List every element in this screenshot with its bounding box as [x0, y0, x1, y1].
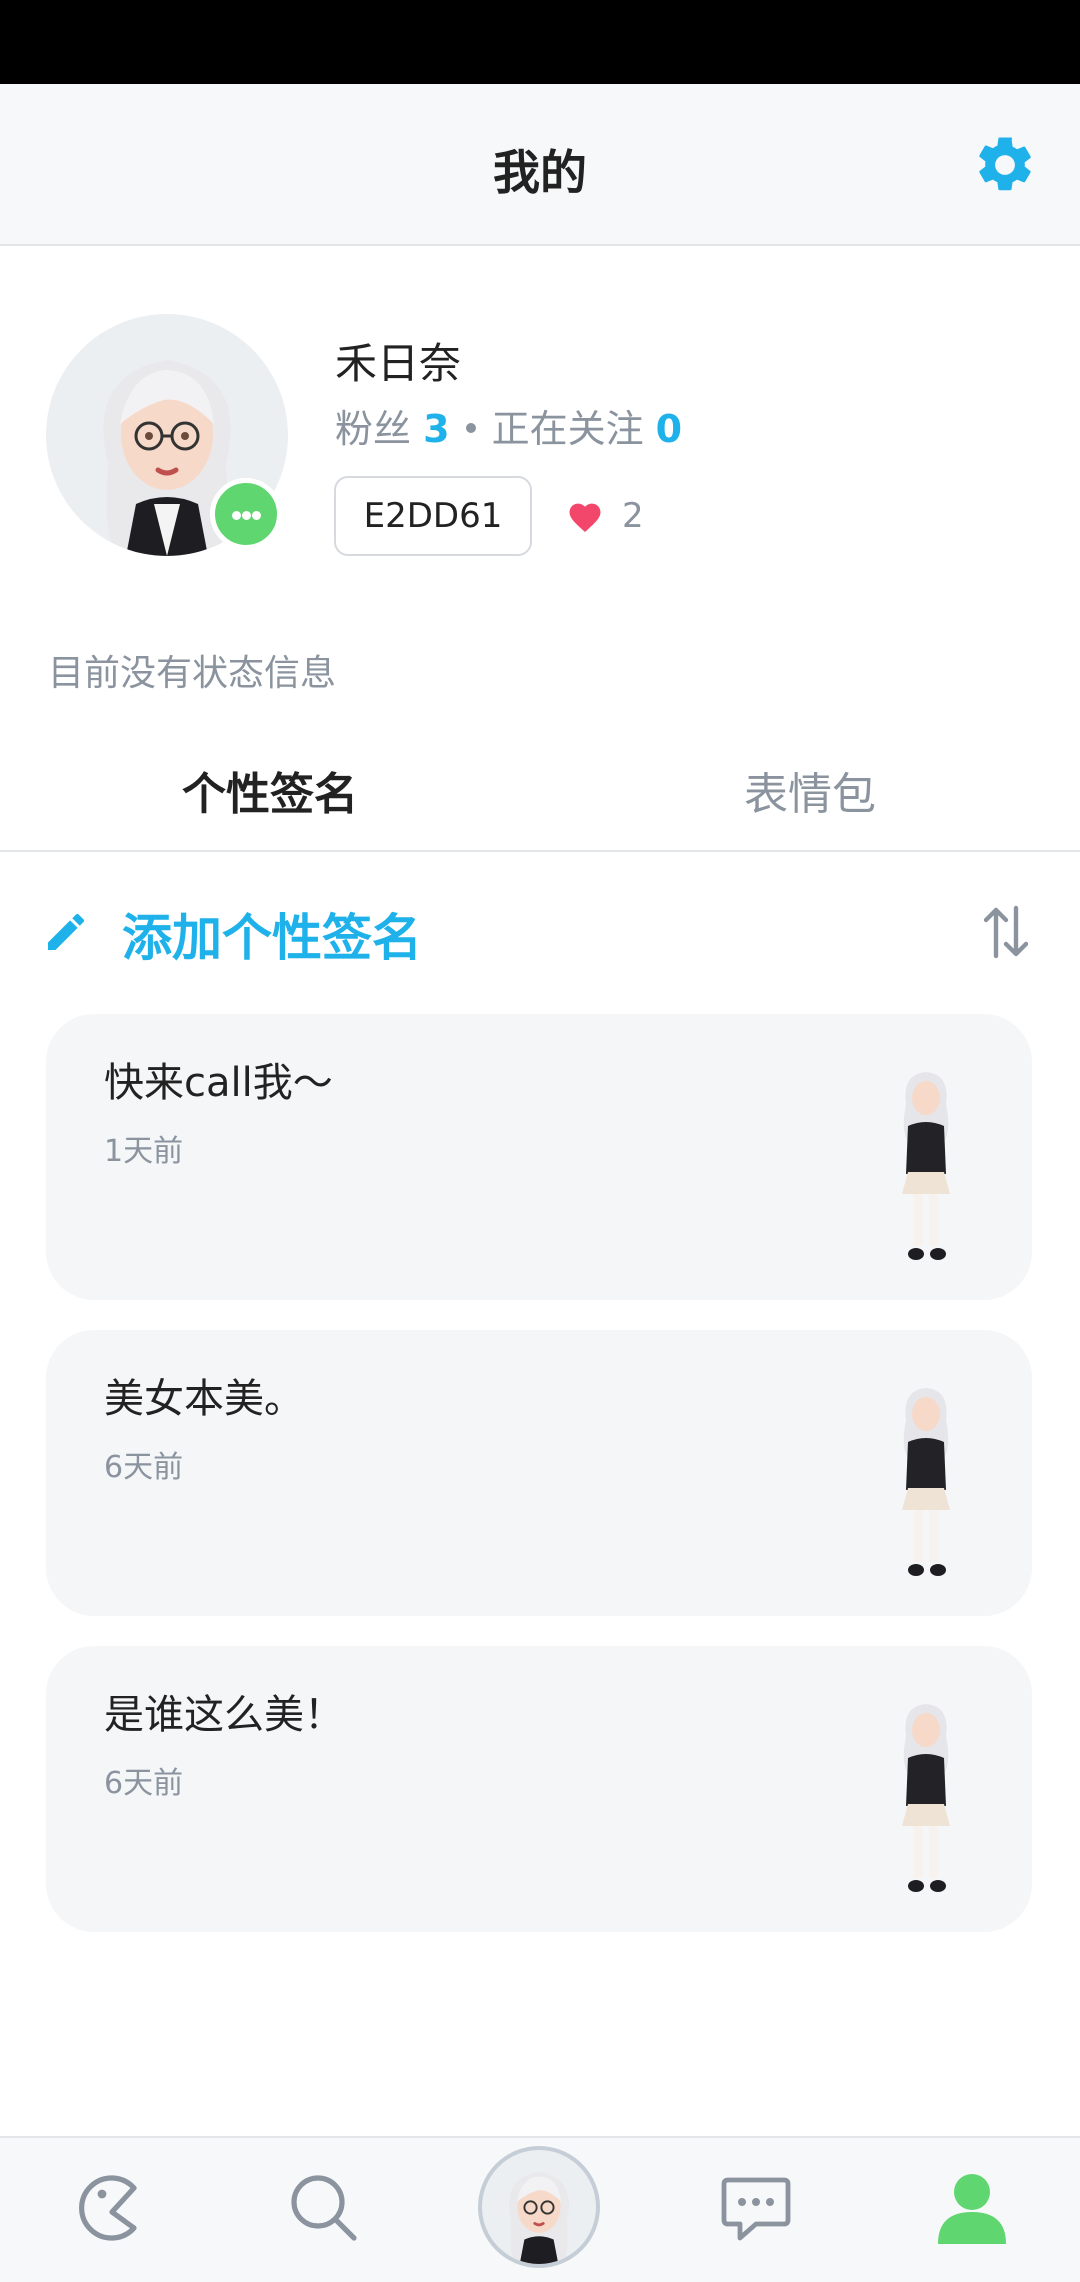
signature-card[interactable]: 是谁这么美！ 6天前: [46, 1646, 1032, 1932]
username: 禾日奈: [335, 339, 462, 388]
tabs: 个性签名 表情包: [0, 740, 1080, 852]
likes: 2: [566, 494, 644, 538]
followers-count[interactable]: 3: [423, 407, 449, 451]
tab-signature[interactable]: 个性签名: [0, 758, 540, 822]
gear-icon[interactable]: [972, 132, 1038, 198]
following-label[interactable]: 正在关注: [492, 407, 644, 451]
chat-icon[interactable]: [716, 2168, 796, 2248]
signature-text: 美女本美。: [104, 1376, 304, 1422]
signature-card[interactable]: 快来call我～ 1天前: [46, 1014, 1032, 1300]
add-signature-row[interactable]: 添加个性签名: [0, 890, 1080, 978]
signature-time: 6天前: [104, 1766, 184, 1801]
signature-time: 1天前: [104, 1134, 184, 1169]
likes-count: 2: [622, 496, 644, 536]
pencil-icon: [48, 913, 85, 950]
user-code-button[interactable]: E2DD61: [334, 476, 532, 556]
signature-text: 快来call我～: [104, 1060, 333, 1106]
avatar-figure: [902, 1704, 950, 1892]
signature-text: 是谁这么美！: [104, 1692, 344, 1738]
heart-icon: [569, 503, 601, 532]
separator-dot: [465, 422, 476, 433]
tab-stickers[interactable]: 表情包: [540, 758, 1080, 822]
signature-time: 6天前: [104, 1450, 184, 1485]
avatar-figure: [902, 1072, 950, 1260]
signature-card[interactable]: 美女本美。 6天前: [46, 1330, 1032, 1616]
followers-label[interactable]: 粉丝: [335, 407, 411, 451]
follow-stats: 粉丝 3 正在关注 0: [335, 398, 682, 453]
search-icon[interactable]: [284, 2168, 364, 2248]
sort-icon[interactable]: [984, 904, 1028, 960]
page-title: 我的: [493, 146, 587, 201]
person-icon[interactable]: [932, 2168, 1012, 2248]
status-bar: [0, 0, 1080, 84]
status-text: 目前没有状态信息: [48, 653, 337, 694]
bottom-nav: [0, 2136, 1080, 2282]
add-signature-button[interactable]: 添加个性签名: [122, 898, 422, 970]
following-count[interactable]: 0: [656, 407, 682, 451]
more-icon[interactable]: [210, 478, 282, 550]
avatar-figure: [902, 1388, 950, 1576]
header: 我的: [0, 84, 1080, 246]
pacman-icon[interactable]: [68, 2168, 148, 2248]
nav-avatar[interactable]: [478, 2146, 600, 2268]
